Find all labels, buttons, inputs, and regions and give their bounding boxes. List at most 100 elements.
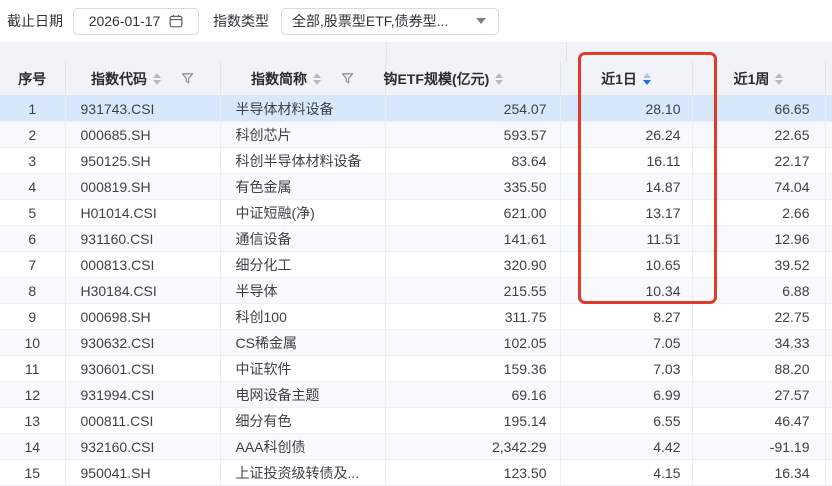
cell-1week[interactable]: -91.19 (692, 434, 825, 460)
cell-seq[interactable]: 7 (0, 252, 65, 278)
cell-1week[interactable]: 88.20 (692, 356, 825, 382)
cell-1week[interactable]: 6.88 (692, 278, 825, 304)
cell-index-code[interactable]: 932160.CSI (65, 434, 220, 460)
sort-icon-active-desc[interactable] (643, 73, 651, 85)
table-row[interactable]: 12931994.CSI电网设备主题69.166.9927.57 (0, 382, 832, 408)
cell-etf-scale[interactable]: 69.16 (385, 382, 560, 408)
cell-1week[interactable]: 74.04 (692, 174, 825, 200)
cell-1week[interactable]: 22.65 (692, 122, 825, 148)
cell-index-code[interactable]: 000819.SH (65, 174, 220, 200)
cell-seq[interactable]: 10 (0, 330, 65, 356)
sort-icon[interactable] (775, 73, 783, 85)
cell-etf-scale[interactable]: 195.14 (385, 408, 560, 434)
cell-index-code[interactable]: 931160.CSI (65, 226, 220, 252)
cell-etf-scale[interactable]: 335.50 (385, 174, 560, 200)
column-header-etf-scale[interactable]: 钩ETF规模(亿元) (385, 62, 560, 96)
cell-1week[interactable]: 34.33 (692, 330, 825, 356)
cell-index-code[interactable]: 000685.SH (65, 122, 220, 148)
table-row[interactable]: 9000698.SH科创100311.758.2722.75 (0, 304, 832, 330)
cell-seq[interactable]: 8 (0, 278, 65, 304)
cell-seq[interactable]: 9 (0, 304, 65, 330)
column-header-1day[interactable]: 近1日 (560, 62, 692, 96)
cell-index-name[interactable]: 细分有色 (220, 408, 385, 434)
cell-1week[interactable]: 22.17 (692, 148, 825, 174)
cell-etf-scale[interactable]: 311.75 (385, 304, 560, 330)
cell-1day[interactable]: 28.10 (560, 96, 692, 122)
sort-icon[interactable] (153, 73, 161, 85)
cell-seq[interactable]: 12 (0, 382, 65, 408)
table-row[interactable]: 4000819.SH有色金属335.5014.8774.04 (0, 174, 832, 200)
cell-seq[interactable]: 1 (0, 96, 65, 122)
table-row[interactable]: 6931160.CSI通信设备141.6111.5112.96 (0, 226, 832, 252)
filter-funnel-icon[interactable] (341, 72, 354, 85)
cell-index-code[interactable]: 930632.CSI (65, 330, 220, 356)
cell-seq[interactable]: 3 (0, 148, 65, 174)
cell-1week[interactable]: 12.96 (692, 226, 825, 252)
table-row[interactable]: 7000813.CSI细分化工320.9010.6539.52 (0, 252, 832, 278)
cell-1week[interactable]: 22.75 (692, 304, 825, 330)
sort-icon[interactable] (313, 73, 321, 85)
cell-index-code[interactable]: 950125.SH (65, 148, 220, 174)
cell-index-code[interactable]: 950041.SH (65, 460, 220, 486)
column-header-1week[interactable]: 近1周 (692, 62, 825, 96)
cell-index-name[interactable]: 中证短融(净) (220, 200, 385, 226)
cell-1day[interactable]: 14.87 (560, 174, 692, 200)
cell-index-code[interactable]: 000811.CSI (65, 408, 220, 434)
table-row[interactable]: 2000685.SH科创芯片593.5726.2422.65 (0, 122, 832, 148)
cell-1day[interactable]: 4.42 (560, 434, 692, 460)
cell-etf-scale[interactable]: 83.64 (385, 148, 560, 174)
cell-1day[interactable]: 10.34 (560, 278, 692, 304)
cell-1day[interactable]: 16.11 (560, 148, 692, 174)
cell-index-code[interactable]: 000698.SH (65, 304, 220, 330)
cell-index-name[interactable]: 科创半导体材料设备 (220, 148, 385, 174)
column-header-name[interactable]: 指数简称 (220, 62, 385, 96)
table-row[interactable]: 14932160.CSIAAA科创债2,342.294.42-91.19 (0, 434, 832, 460)
cell-1day[interactable]: 7.05 (560, 330, 692, 356)
cell-1day[interactable]: 6.55 (560, 408, 692, 434)
cell-index-name[interactable]: 上证投资级转债及... (220, 460, 385, 486)
table-row[interactable]: 3950125.SH科创半导体材料设备83.6416.1122.17 (0, 148, 832, 174)
cell-etf-scale[interactable]: 141.61 (385, 226, 560, 252)
cell-1day[interactable]: 10.65 (560, 252, 692, 278)
table-row[interactable]: 10930632.CSICS稀金属102.057.0534.33 (0, 330, 832, 356)
filter-funnel-icon[interactable] (181, 72, 194, 85)
cell-etf-scale[interactable]: 593.57 (385, 122, 560, 148)
cell-index-code[interactable]: H01014.CSI (65, 200, 220, 226)
sort-icon[interactable] (495, 73, 503, 85)
cell-index-name[interactable]: 电网设备主题 (220, 382, 385, 408)
cell-1day[interactable]: 7.03 (560, 356, 692, 382)
cell-index-name[interactable]: AAA科创债 (220, 434, 385, 460)
cell-index-code[interactable]: 000813.CSI (65, 252, 220, 278)
cell-index-code[interactable]: 931994.CSI (65, 382, 220, 408)
cell-1week[interactable]: 27.57 (692, 382, 825, 408)
cell-index-name[interactable]: 半导体材料设备 (220, 96, 385, 122)
cell-index-name[interactable]: 通信设备 (220, 226, 385, 252)
cell-1day[interactable]: 11.51 (560, 226, 692, 252)
cell-1day[interactable]: 26.24 (560, 122, 692, 148)
cell-index-name[interactable]: CS稀金属 (220, 330, 385, 356)
cell-1day[interactable]: 8.27 (560, 304, 692, 330)
table-row[interactable]: 15950041.SH上证投资级转债及...123.504.1516.34 (0, 460, 832, 486)
cell-1week[interactable]: 16.34 (692, 460, 825, 486)
cell-index-name[interactable]: 科创芯片 (220, 122, 385, 148)
table-row[interactable]: 1931743.CSI半导体材料设备254.0728.1066.65 (0, 96, 832, 122)
cell-seq[interactable]: 14 (0, 434, 65, 460)
table-row[interactable]: 13000811.CSI细分有色195.146.5546.47 (0, 408, 832, 434)
cell-1day[interactable]: 6.99 (560, 382, 692, 408)
calendar-icon[interactable] (169, 14, 183, 28)
cell-index-name[interactable]: 中证软件 (220, 356, 385, 382)
table-row[interactable]: 5H01014.CSI中证短融(净)621.0013.172.66 (0, 200, 832, 226)
cell-1day[interactable]: 13.17 (560, 200, 692, 226)
cell-1week[interactable]: 2.66 (692, 200, 825, 226)
cell-etf-scale[interactable]: 159.36 (385, 356, 560, 382)
cell-seq[interactable]: 11 (0, 356, 65, 382)
cell-seq[interactable]: 4 (0, 174, 65, 200)
cell-index-name[interactable]: 细分化工 (220, 252, 385, 278)
cell-1week[interactable]: 39.52 (692, 252, 825, 278)
table-row[interactable]: 8H30184.CSI半导体215.5510.346.88 (0, 278, 832, 304)
cell-seq[interactable]: 13 (0, 408, 65, 434)
cell-etf-scale[interactable]: 2,342.29 (385, 434, 560, 460)
cell-etf-scale[interactable]: 123.50 (385, 460, 560, 486)
cell-index-code[interactable]: 931743.CSI (65, 96, 220, 122)
cell-seq[interactable]: 5 (0, 200, 65, 226)
